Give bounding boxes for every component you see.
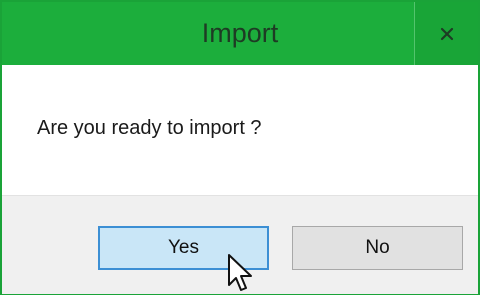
close-button[interactable] — [414, 2, 478, 65]
dialog-content: Are you ready to import ? — [2, 65, 478, 195]
no-button[interactable]: No — [292, 226, 463, 270]
mouse-pointer-icon — [228, 254, 252, 291]
dialog-title: Import — [201, 18, 279, 48]
close-icon — [440, 27, 453, 40]
dialog-message: Are you ready to import ? — [37, 117, 262, 139]
title-bar[interactable]: Import — [2, 2, 478, 65]
import-dialog: Import Are you ready to import ? Yes No — [0, 0, 480, 295]
